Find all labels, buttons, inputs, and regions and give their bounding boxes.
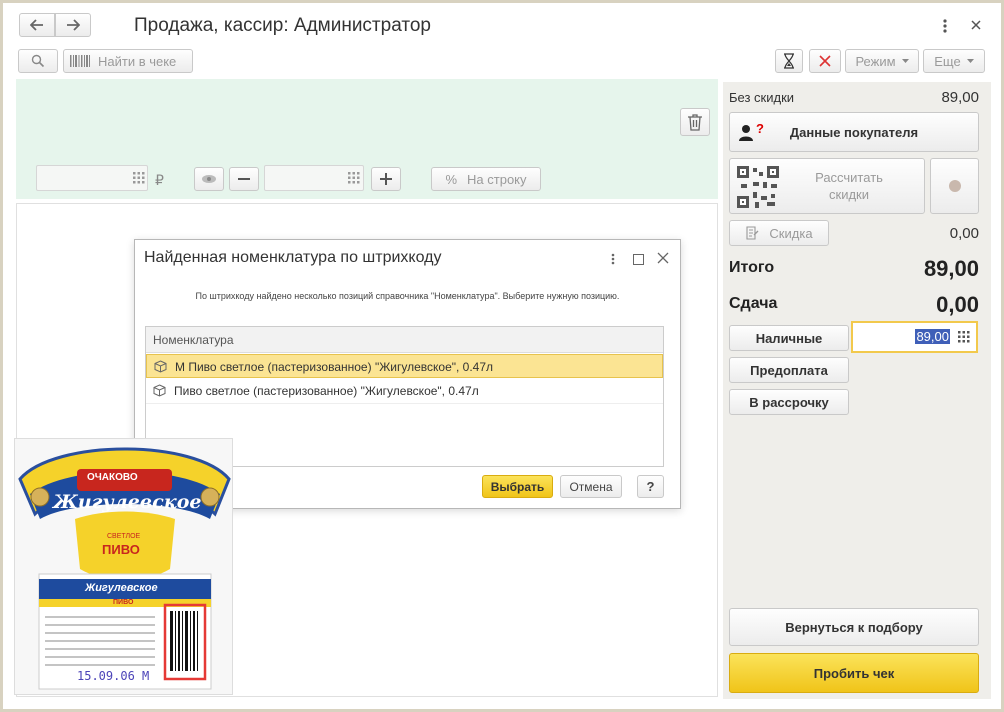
keypad-icon[interactable] bbox=[958, 331, 970, 343]
dialog-more-icon[interactable] bbox=[610, 252, 616, 269]
per-row-label: На строку bbox=[467, 171, 527, 187]
beer-type-small-text: ПИВО bbox=[113, 599, 134, 606]
chevron-down-icon bbox=[901, 59, 909, 63]
table-row[interactable]: М Пиво светлое (пастеризованное) "Жигуле… bbox=[146, 354, 663, 378]
close-icon[interactable] bbox=[969, 18, 983, 32]
prepayment-label: Предоплата bbox=[750, 362, 828, 378]
receipt-edit-icon bbox=[745, 226, 759, 240]
search-icon bbox=[31, 54, 45, 68]
keypad-icon[interactable] bbox=[348, 172, 360, 184]
print-receipt-button[interactable]: Пробить чек bbox=[729, 653, 979, 693]
total-value: 89,00 bbox=[923, 256, 979, 281]
price-input[interactable] bbox=[36, 165, 148, 191]
table-row[interactable]: Пиво светлое (пастеризованное) "Жигулевс… bbox=[146, 378, 663, 404]
show-button[interactable] bbox=[194, 167, 224, 191]
back-to-selection-label: Вернуться к подбору bbox=[785, 619, 923, 635]
column-header: Номенклатура bbox=[146, 327, 663, 353]
discount-button[interactable]: Скидка bbox=[729, 220, 829, 246]
mode-dropdown[interactable]: Режим bbox=[845, 49, 919, 73]
payment-panel: Без скидки 89,00 ? Данные покупателя Рас… bbox=[723, 82, 991, 699]
box-icon bbox=[153, 384, 166, 397]
red-x-icon bbox=[818, 54, 832, 68]
back-button[interactable] bbox=[19, 13, 55, 37]
forward-button[interactable] bbox=[55, 13, 91, 37]
buyer-data-button[interactable]: ? Данные покупателя bbox=[729, 112, 979, 152]
eye-icon bbox=[201, 174, 217, 184]
cash-amount-value: 89,00 bbox=[915, 329, 950, 344]
plus-icon bbox=[380, 173, 392, 185]
barcode-icon bbox=[70, 55, 90, 67]
more-dropdown[interactable]: Еще bbox=[923, 49, 985, 73]
brand-text: ОЧАКОВО bbox=[87, 472, 138, 483]
select-label: Выбрать bbox=[490, 479, 545, 494]
minus-icon bbox=[238, 178, 250, 180]
beer-type-top-text: СВЕТЛОЕ bbox=[107, 533, 141, 540]
beer-name-text: Жигулевское bbox=[53, 491, 202, 513]
buyer-data-label: Данные покупателя bbox=[789, 124, 919, 140]
discount-per-row-button[interactable]: % На строку bbox=[431, 167, 541, 191]
dialog-message: По штрихкоду найдено несколько позиций с… bbox=[195, 291, 620, 301]
find-in-receipt-label: Найти в чеке bbox=[98, 53, 177, 69]
total-label: Итого bbox=[729, 259, 775, 276]
dialog-close-icon[interactable] bbox=[657, 252, 669, 267]
arrow-right-icon bbox=[66, 19, 80, 31]
loyalty-button[interactable] bbox=[930, 158, 979, 214]
date-stamp-text: 15.09.06 М bbox=[77, 669, 150, 683]
help-label: ? bbox=[646, 479, 655, 494]
beer-type-text: ПИВО bbox=[102, 542, 140, 557]
more-menu-icon[interactable] bbox=[939, 17, 951, 35]
change-value: 0,00 bbox=[936, 292, 979, 317]
mode-label: Режим bbox=[855, 53, 896, 69]
decrease-button[interactable] bbox=[229, 167, 259, 191]
currency-label: ₽ bbox=[155, 172, 164, 188]
cash-label: Наличные bbox=[755, 330, 823, 346]
box-icon bbox=[154, 360, 167, 373]
maximize-icon[interactable] bbox=[633, 253, 644, 268]
cash-amount-input[interactable]: 89,00 bbox=[851, 321, 978, 353]
cancel-receipt-button[interactable] bbox=[809, 49, 841, 73]
no-discount-value: 89,00 bbox=[941, 89, 979, 106]
user-question-icon: ? bbox=[738, 123, 766, 143]
delete-row-button[interactable] bbox=[680, 108, 710, 136]
chevron-down-icon bbox=[966, 59, 974, 63]
find-in-receipt-button[interactable]: Найти в чеке bbox=[63, 49, 193, 73]
discount-label: Скидка bbox=[769, 225, 813, 241]
increase-button[interactable] bbox=[371, 167, 401, 191]
installment-label: В рассрочку bbox=[749, 394, 829, 410]
svg-text:?: ? bbox=[756, 123, 764, 136]
beer-name-small-text: Жигулевское bbox=[85, 582, 158, 594]
window-frame: Продажа, кассир: Администратор Найти в ч… bbox=[0, 0, 1004, 712]
cancel-button[interactable]: Отмена bbox=[560, 475, 622, 498]
window-title: Продажа, кассир: Администратор bbox=[134, 15, 431, 36]
help-button[interactable]: ? bbox=[637, 475, 664, 498]
percent-icon: % bbox=[445, 171, 458, 187]
dialog-title: Найденная номенклатура по штрихкоду bbox=[144, 249, 442, 266]
search-button[interactable] bbox=[18, 49, 58, 73]
discount-value: 0,00 bbox=[949, 225, 979, 242]
cash-button[interactable]: Наличные bbox=[729, 325, 849, 351]
print-receipt-label: Пробить чек bbox=[813, 665, 895, 681]
hourglass-icon bbox=[783, 53, 795, 69]
back-to-selection-button[interactable]: Вернуться к подбору bbox=[729, 608, 979, 646]
calculate-discounts-button[interactable]: Рассчитать скидки bbox=[729, 158, 925, 214]
keypad-icon[interactable] bbox=[133, 172, 145, 184]
installment-button[interactable]: В рассрочку bbox=[729, 389, 849, 415]
beer-label-image: ОЧАКОВО Жигулевское СВЕТЛОЕ ПИВО Жигулев… bbox=[14, 438, 233, 695]
more-label: Еще bbox=[934, 53, 961, 69]
qr-code-icon bbox=[737, 166, 779, 208]
calculate-discounts-label: Рассчитать скидки bbox=[815, 170, 883, 202]
change-label: Сдача bbox=[729, 295, 778, 312]
hourglass-button[interactable] bbox=[775, 49, 803, 73]
no-discount-label: Без скидки bbox=[729, 90, 795, 105]
trash-icon bbox=[687, 113, 703, 131]
row-text: Пиво светлое (пастеризованное) "Жигулевс… bbox=[174, 384, 479, 398]
circle-icon bbox=[948, 179, 962, 193]
select-button[interactable]: Выбрать bbox=[482, 475, 553, 498]
prepayment-button[interactable]: Предоплата bbox=[729, 357, 849, 383]
arrow-left-icon bbox=[30, 19, 44, 31]
row-text: М Пиво светлое (пастеризованное) "Жигуле… bbox=[175, 360, 494, 374]
item-edit-area: ₽ % На строку bbox=[16, 79, 718, 199]
cancel-label: Отмена bbox=[569, 479, 613, 494]
